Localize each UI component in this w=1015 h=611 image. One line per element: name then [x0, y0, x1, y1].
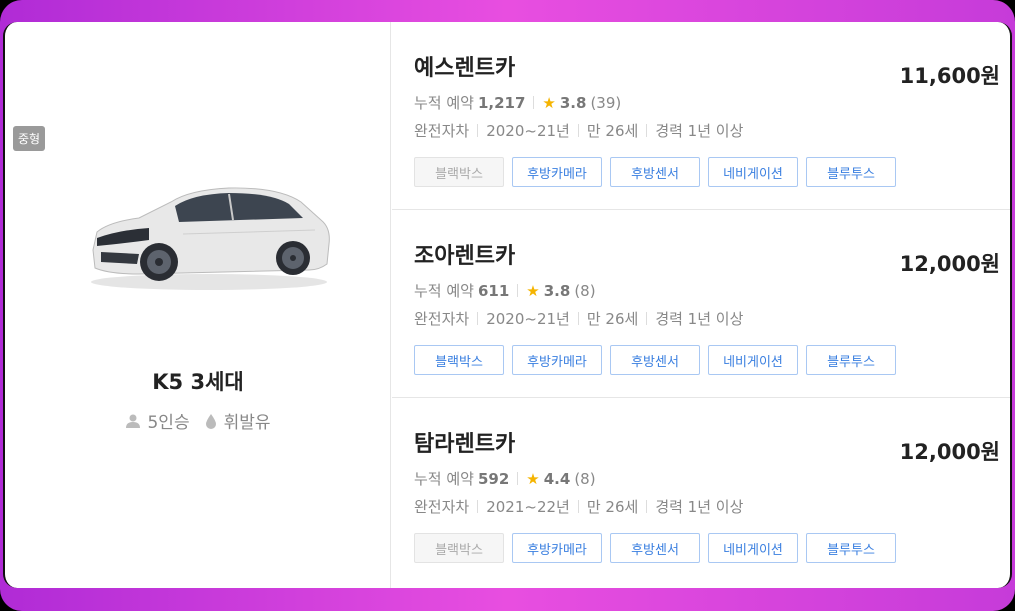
divider	[517, 472, 519, 485]
star-icon: ★	[542, 93, 556, 112]
divider	[646, 312, 648, 325]
model-years: 2021~22년	[486, 498, 570, 516]
min-age: 만 26세	[586, 122, 639, 140]
rental-company-item[interactable]: 조아렌트카 12,000원 누적 예약 611 ★ 3.8 (8) 완전자차 2…	[392, 210, 1010, 398]
seats-spec: 5인승	[125, 408, 190, 433]
option-tags: 블랙박스 후방카메라 후방센서 네비게이션 블루투스	[414, 345, 896, 375]
rating-score: 3.8	[559, 93, 587, 112]
company-name: 조아렌트카	[414, 244, 516, 269]
price: 11,600원	[899, 64, 1000, 88]
seats-label: 5인승	[147, 413, 190, 433]
insurance: 완전자차	[414, 122, 470, 140]
driving-experience: 경력 1년 이상	[655, 310, 744, 328]
divider	[517, 284, 519, 297]
divider	[646, 500, 648, 513]
conditions-row: 완전자차 2020~21년 만 26세 경력 1년 이상	[414, 308, 743, 329]
star-icon: ★	[526, 469, 540, 488]
option-tag-navigation: 네비게이션	[708, 533, 798, 563]
company-name: 예스렌트카	[414, 56, 516, 81]
divider	[577, 312, 579, 325]
fuel-drop-icon	[205, 413, 216, 429]
option-tags: 블랙박스 후방카메라 후방센서 네비게이션 블루투스	[414, 157, 896, 187]
rental-company-list: 예스렌트카 11,600원 누적 예약 1,217 ★ 3.8 (39) 완전자…	[392, 22, 1010, 588]
option-tag-bluetooth: 블루투스	[806, 345, 896, 375]
option-tag-navigation: 네비게이션	[708, 157, 798, 187]
driving-experience: 경력 1년 이상	[655, 498, 744, 516]
review-count: (8)	[574, 469, 596, 488]
rental-company-item[interactable]: 예스렌트카 11,600원 누적 예약 1,217 ★ 3.8 (39) 완전자…	[392, 22, 1010, 210]
star-icon: ★	[526, 281, 540, 300]
booking-rating-row: 누적 예약 611 ★ 3.8 (8)	[414, 280, 596, 301]
option-tag-blackbox: 블랙박스	[414, 345, 504, 375]
bookings-label: 누적 예약	[414, 94, 474, 112]
car-specs: 5인승 휘발유	[5, 408, 391, 433]
option-tag-rear-sensor: 후방센서	[610, 533, 700, 563]
divider	[577, 500, 579, 513]
conditions-row: 완전자차 2020~21년 만 26세 경력 1년 이상	[414, 120, 743, 141]
model-years: 2020~21년	[486, 310, 570, 328]
insurance: 완전자차	[414, 310, 470, 328]
rental-card: 중형 K5 3세대 5인승 휘발유 예스렌트카 11,600원 누적 예약 1,…	[3, 22, 1012, 588]
booking-rating-row: 누적 예약 592 ★ 4.4 (8)	[414, 468, 596, 489]
car-model-name: K5 3세대	[152, 370, 244, 394]
min-age: 만 26세	[586, 498, 639, 516]
rating-score: 4.4	[543, 469, 571, 488]
divider	[577, 124, 579, 137]
bookings-label: 누적 예약	[414, 470, 474, 488]
option-tags: 블랙박스 후방카메라 후방센서 네비게이션 블루투스	[414, 533, 896, 563]
option-tag-rear-sensor: 후방센서	[610, 345, 700, 375]
option-tag-bluetooth: 블루투스	[806, 533, 896, 563]
divider	[477, 312, 479, 325]
car-image	[91, 187, 330, 290]
review-count: (39)	[590, 93, 622, 112]
review-count: (8)	[574, 281, 596, 300]
car-class-badge: 중형	[13, 126, 46, 151]
option-tag-bluetooth: 블루투스	[806, 157, 896, 187]
fuel-spec: 휘발유	[204, 408, 271, 433]
option-tag-navigation: 네비게이션	[708, 345, 798, 375]
divider	[533, 96, 535, 109]
option-tag-rear-camera: 후방카메라	[512, 345, 602, 375]
divider	[477, 124, 479, 137]
bookings-count: 1,217	[477, 93, 526, 112]
rating-score: 3.8	[543, 281, 571, 300]
min-age: 만 26세	[586, 310, 639, 328]
car-panel[interactable]: 중형 K5 3세대 5인승 휘발유	[5, 22, 391, 588]
window-frame: 중형 K5 3세대 5인승 휘발유 예스렌트카 11,600원 누적 예약 1,…	[0, 0, 1015, 611]
divider	[646, 124, 648, 137]
option-tag-blackbox: 블랙박스	[414, 533, 504, 563]
price: 12,000원	[899, 440, 1000, 464]
price: 12,000원	[899, 252, 1000, 276]
person-icon	[126, 414, 141, 428]
fuel-label: 휘발유	[223, 413, 271, 433]
booking-rating-row: 누적 예약 1,217 ★ 3.8 (39)	[414, 92, 621, 113]
option-tag-blackbox: 블랙박스	[414, 157, 504, 187]
bookings-count: 592	[477, 469, 510, 488]
rental-company-item[interactable]: 탐라렌트카 12,000원 누적 예약 592 ★ 4.4 (8) 완전자차 2…	[392, 398, 1010, 588]
bookings-count: 611	[477, 281, 510, 300]
option-tag-rear-camera: 후방카메라	[512, 157, 602, 187]
conditions-row: 완전자차 2021~22년 만 26세 경력 1년 이상	[414, 496, 743, 517]
company-name: 탐라렌트카	[414, 432, 516, 457]
divider	[477, 500, 479, 513]
model-years: 2020~21년	[486, 122, 570, 140]
option-tag-rear-camera: 후방카메라	[512, 533, 602, 563]
bookings-label: 누적 예약	[414, 282, 474, 300]
driving-experience: 경력 1년 이상	[655, 122, 744, 140]
insurance: 완전자차	[414, 498, 470, 516]
option-tag-rear-sensor: 후방센서	[610, 157, 700, 187]
